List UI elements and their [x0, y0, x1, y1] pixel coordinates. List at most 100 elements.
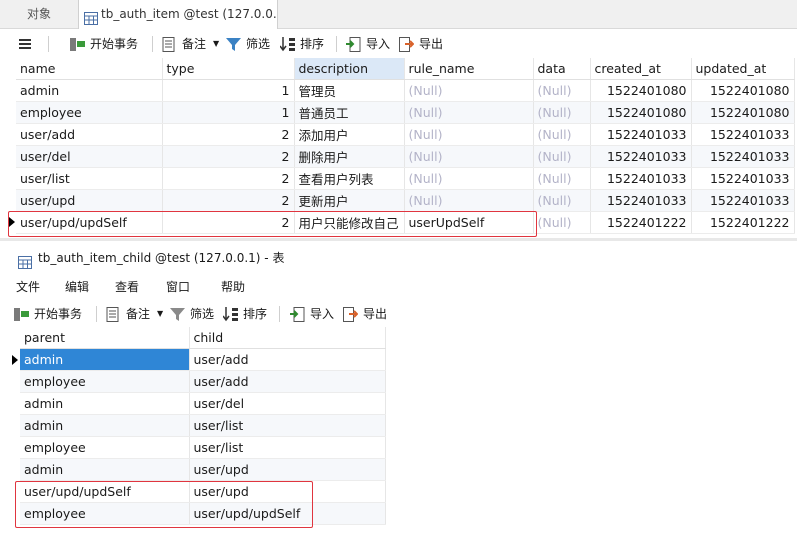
cell-parent[interactable]: admin: [20, 348, 190, 371]
table-row[interactable]: admin user/list: [20, 414, 386, 437]
menu-window[interactable]: 窗口: [166, 276, 190, 298]
cell-created-at[interactable]: 1522401080: [590, 101, 692, 124]
cell-name[interactable]: user/list: [16, 167, 163, 190]
cell-description[interactable]: 添加用户: [294, 123, 405, 146]
cell-parent[interactable]: admin: [20, 414, 190, 437]
cell-created-at[interactable]: 1522401080: [590, 79, 692, 102]
col-header-rule-name[interactable]: rule_name: [404, 58, 534, 80]
cell-created-at[interactable]: 1522401222: [590, 211, 692, 234]
export-button[interactable]: 导出: [399, 29, 445, 59]
col-header-data[interactable]: data: [533, 58, 591, 80]
cell-created-at[interactable]: 1522401033: [590, 145, 692, 168]
cell-parent[interactable]: user/upd/updSelf: [20, 480, 190, 503]
cell-updated-at[interactable]: 1522401033: [691, 167, 795, 190]
cell-data[interactable]: (Null): [533, 167, 591, 190]
cell-description[interactable]: 用户只能修改自己: [294, 211, 405, 234]
cell-updated-at[interactable]: 1522401222: [691, 211, 795, 234]
menu-file[interactable]: 文件: [16, 276, 40, 298]
cell-child[interactable]: user/add: [189, 370, 386, 393]
cell-rule-name[interactable]: (Null): [404, 123, 534, 146]
cell-type[interactable]: 1: [162, 79, 295, 102]
cell-rule-name[interactable]: userUpdSelf: [404, 211, 534, 234]
table-row[interactable]: employee user/add: [20, 370, 386, 393]
begin-transaction-button[interactable]: 开始事务: [14, 299, 90, 329]
cell-child[interactable]: user/upd/updSelf: [189, 502, 386, 525]
cell-child[interactable]: user/list: [189, 436, 386, 459]
table-row[interactable]: employee user/list: [20, 436, 386, 459]
cell-type[interactable]: 1: [162, 101, 295, 124]
cell-rule-name[interactable]: (Null): [404, 79, 534, 102]
cell-created-at[interactable]: 1522401033: [590, 167, 692, 190]
col-header-updated-at[interactable]: updated_at: [691, 58, 795, 80]
cell-rule-name[interactable]: (Null): [404, 167, 534, 190]
filter-button[interactable]: 筛选: [170, 299, 216, 329]
cell-updated-at[interactable]: 1522401033: [691, 123, 795, 146]
sort-button[interactable]: 排序: [280, 29, 326, 59]
sort-button[interactable]: 排序: [223, 299, 269, 329]
note-button[interactable]: 备注 ▼: [162, 29, 220, 59]
tab-objects[interactable]: 对象: [0, 0, 79, 28]
cell-data[interactable]: (Null): [533, 123, 591, 146]
cell-name[interactable]: admin: [16, 79, 163, 102]
col-header-type[interactable]: type: [162, 58, 295, 80]
import-button[interactable]: 导入: [346, 29, 392, 59]
table-row[interactable]: user/add 2 添加用户 (Null) (Null) 1522401033…: [16, 123, 795, 146]
cell-type[interactable]: 2: [162, 145, 295, 168]
cell-created-at[interactable]: 1522401033: [590, 123, 692, 146]
cell-type[interactable]: 2: [162, 211, 295, 234]
table-row[interactable]: employee 1 普通员工 (Null) (Null) 1522401080…: [16, 101, 795, 124]
begin-transaction-button[interactable]: 开始事务: [70, 29, 146, 59]
cell-child[interactable]: user/list: [189, 414, 386, 437]
table-row[interactable]: user/upd/updSelf 2 用户只能修改自己 userUpdSelf …: [16, 211, 795, 234]
cell-data[interactable]: (Null): [533, 79, 591, 102]
cell-parent[interactable]: employee: [20, 370, 190, 393]
table-row[interactable]: user/upd 2 更新用户 (Null) (Null) 1522401033…: [16, 189, 795, 212]
filter-button[interactable]: 筛选: [226, 29, 272, 59]
cell-parent[interactable]: admin: [20, 392, 190, 415]
col-header-parent[interactable]: parent: [20, 327, 190, 349]
cell-description[interactable]: 管理员: [294, 79, 405, 102]
table-row[interactable]: user/list 2 查看用户列表 (Null) (Null) 1522401…: [16, 167, 795, 190]
cell-child[interactable]: user/upd: [189, 458, 386, 481]
cell-parent[interactable]: employee: [20, 502, 190, 525]
cell-description[interactable]: 删除用户: [294, 145, 405, 168]
menu-help[interactable]: 帮助: [221, 276, 245, 298]
cell-data[interactable]: (Null): [533, 189, 591, 212]
menu-edit[interactable]: 编辑: [65, 276, 89, 298]
menu-button[interactable]: [18, 29, 36, 59]
cell-name[interactable]: user/upd: [16, 189, 163, 212]
cell-rule-name[interactable]: (Null): [404, 145, 534, 168]
cell-updated-at[interactable]: 1522401033: [691, 145, 795, 168]
table-row[interactable]: admin user/del: [20, 392, 386, 415]
table-row[interactable]: user/upd/updSelf user/upd: [20, 480, 386, 503]
cell-description[interactable]: 查看用户列表: [294, 167, 405, 190]
table-row[interactable]: admin user/upd: [20, 458, 386, 481]
col-header-child[interactable]: child: [189, 327, 386, 349]
cell-name[interactable]: user/add: [16, 123, 163, 146]
cell-type[interactable]: 2: [162, 123, 295, 146]
table-row[interactable]: employee user/upd/updSelf: [20, 502, 386, 525]
cell-name[interactable]: employee: [16, 101, 163, 124]
note-button[interactable]: 备注 ▼: [106, 299, 164, 329]
cell-description[interactable]: 普通员工: [294, 101, 405, 124]
cell-child[interactable]: user/del: [189, 392, 386, 415]
cell-updated-at[interactable]: 1522401033: [691, 189, 795, 212]
cell-rule-name[interactable]: (Null): [404, 189, 534, 212]
table-row[interactable]: user/del 2 删除用户 (Null) (Null) 1522401033…: [16, 145, 795, 168]
col-header-description[interactable]: description: [294, 58, 405, 80]
cell-description[interactable]: 更新用户: [294, 189, 405, 212]
table-row[interactable]: admin 1 管理员 (Null) (Null) 1522401080 152…: [16, 79, 795, 102]
cell-type[interactable]: 2: [162, 189, 295, 212]
export-button[interactable]: 导出: [343, 299, 389, 329]
cell-child[interactable]: user/add: [189, 348, 386, 371]
cell-data[interactable]: (Null): [533, 211, 591, 234]
cell-updated-at[interactable]: 1522401080: [691, 101, 795, 124]
col-header-name[interactable]: name: [16, 58, 163, 80]
cell-created-at[interactable]: 1522401033: [590, 189, 692, 212]
cell-data[interactable]: (Null): [533, 145, 591, 168]
col-header-created-at[interactable]: created_at: [590, 58, 692, 80]
cell-updated-at[interactable]: 1522401080: [691, 79, 795, 102]
table-row[interactable]: admin user/add: [20, 348, 386, 371]
tab-tb-auth-item[interactable]: tb_auth_item @test (127.0.0....: [78, 0, 278, 29]
cell-name[interactable]: user/del: [16, 145, 163, 168]
